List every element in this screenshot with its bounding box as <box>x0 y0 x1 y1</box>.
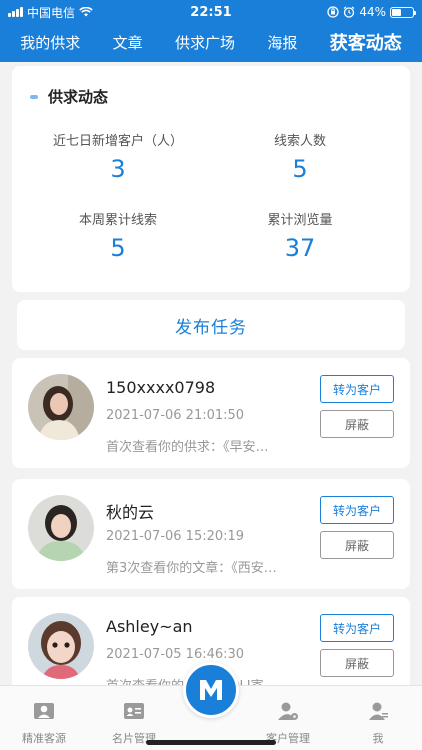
block-button[interactable]: 屏蔽 <box>320 531 394 559</box>
id-card-icon <box>124 703 144 719</box>
nav-precise-leads[interactable]: 精准客源 <box>2 686 86 750</box>
publish-task-button[interactable]: 发布任务 <box>17 300 405 350</box>
block-button[interactable]: 屏蔽 <box>320 410 394 438</box>
avatar <box>28 495 94 561</box>
user-settings-icon <box>278 702 298 720</box>
home-indicator[interactable] <box>146 740 276 745</box>
stat-weekly-leads: 本周累计线索 5 <box>78 213 157 262</box>
lead-description: 首次查看你的供求：《早安… <box>106 440 269 455</box>
stats-title: 供求动态 <box>30 86 108 107</box>
title-marker <box>30 94 38 99</box>
stats-card: 供求动态 近七日新增客户（人） 3 线索人数 5 本周累计线索 5 累计浏览量 … <box>12 66 410 292</box>
lead-time: 2021-07-05 16:46:30 <box>106 647 245 662</box>
top-bar: 中国电信 22:51 44% 我的供求 文章 供求广场 海报 获客动态 <box>0 0 422 62</box>
stat-lead-count: 线索人数 5 <box>273 134 326 183</box>
stat-new-customers: 近七日新增客户（人） 3 <box>52 134 183 183</box>
lead-name: Ashley~an <box>106 617 193 636</box>
carrier-label: 中国电信 <box>27 5 76 20</box>
tab-my-supply[interactable]: 我的供求 <box>20 32 80 53</box>
tab-articles[interactable]: 文章 <box>113 32 143 53</box>
orientation-lock-icon <box>327 6 339 18</box>
tab-customer-activity[interactable]: 获客动态 <box>330 29 402 55</box>
lead-description: 第3次查看你的文章：《西安… <box>106 561 277 576</box>
convert-to-customer-button[interactable]: 转为客户 <box>320 614 394 642</box>
main-content[interactable]: 供求动态 近七日新增客户（人） 3 线索人数 5 本周累计线索 5 累计浏览量 … <box>0 62 422 685</box>
avatar <box>28 374 94 440</box>
lead-time: 2021-07-06 21:01:50 <box>106 408 245 423</box>
battery-icon <box>390 6 416 18</box>
lead-time: 2021-07-06 15:20:19 <box>106 529 245 544</box>
user-card-icon <box>34 703 54 719</box>
status-bar: 中国电信 22:51 44% <box>0 0 422 24</box>
person-icon <box>369 702 388 720</box>
block-button[interactable]: 屏蔽 <box>320 649 394 677</box>
tab-posters[interactable]: 海报 <box>267 32 297 53</box>
lead-card[interactable]: 秋的云 2021-07-06 15:20:19 第3次查看你的文章：《西安… 转… <box>12 479 410 589</box>
battery-percent: 44% <box>359 5 386 19</box>
lead-name: 150xxxx0798 <box>106 378 216 397</box>
stat-total-views: 累计浏览量 37 <box>267 213 333 262</box>
tab-supply-square[interactable]: 供求广场 <box>175 32 235 53</box>
nav-me[interactable]: 我 <box>336 686 420 750</box>
logo-m-icon <box>200 680 222 700</box>
lead-name: 秋的云 <box>106 503 155 522</box>
lead-card[interactable]: 150xxxx0798 2021-07-06 21:01:50 首次查看你的供求… <box>12 358 410 468</box>
signal-icon <box>8 7 23 17</box>
avatar <box>28 613 94 679</box>
top-nav: 我的供求 文章 供求广场 海报 获客动态 <box>0 24 422 60</box>
wifi-icon <box>79 7 93 17</box>
convert-to-customer-button[interactable]: 转为客户 <box>320 375 394 403</box>
convert-to-customer-button[interactable]: 转为客户 <box>320 496 394 524</box>
alarm-icon <box>343 6 355 18</box>
home-logo-button[interactable] <box>183 662 239 718</box>
